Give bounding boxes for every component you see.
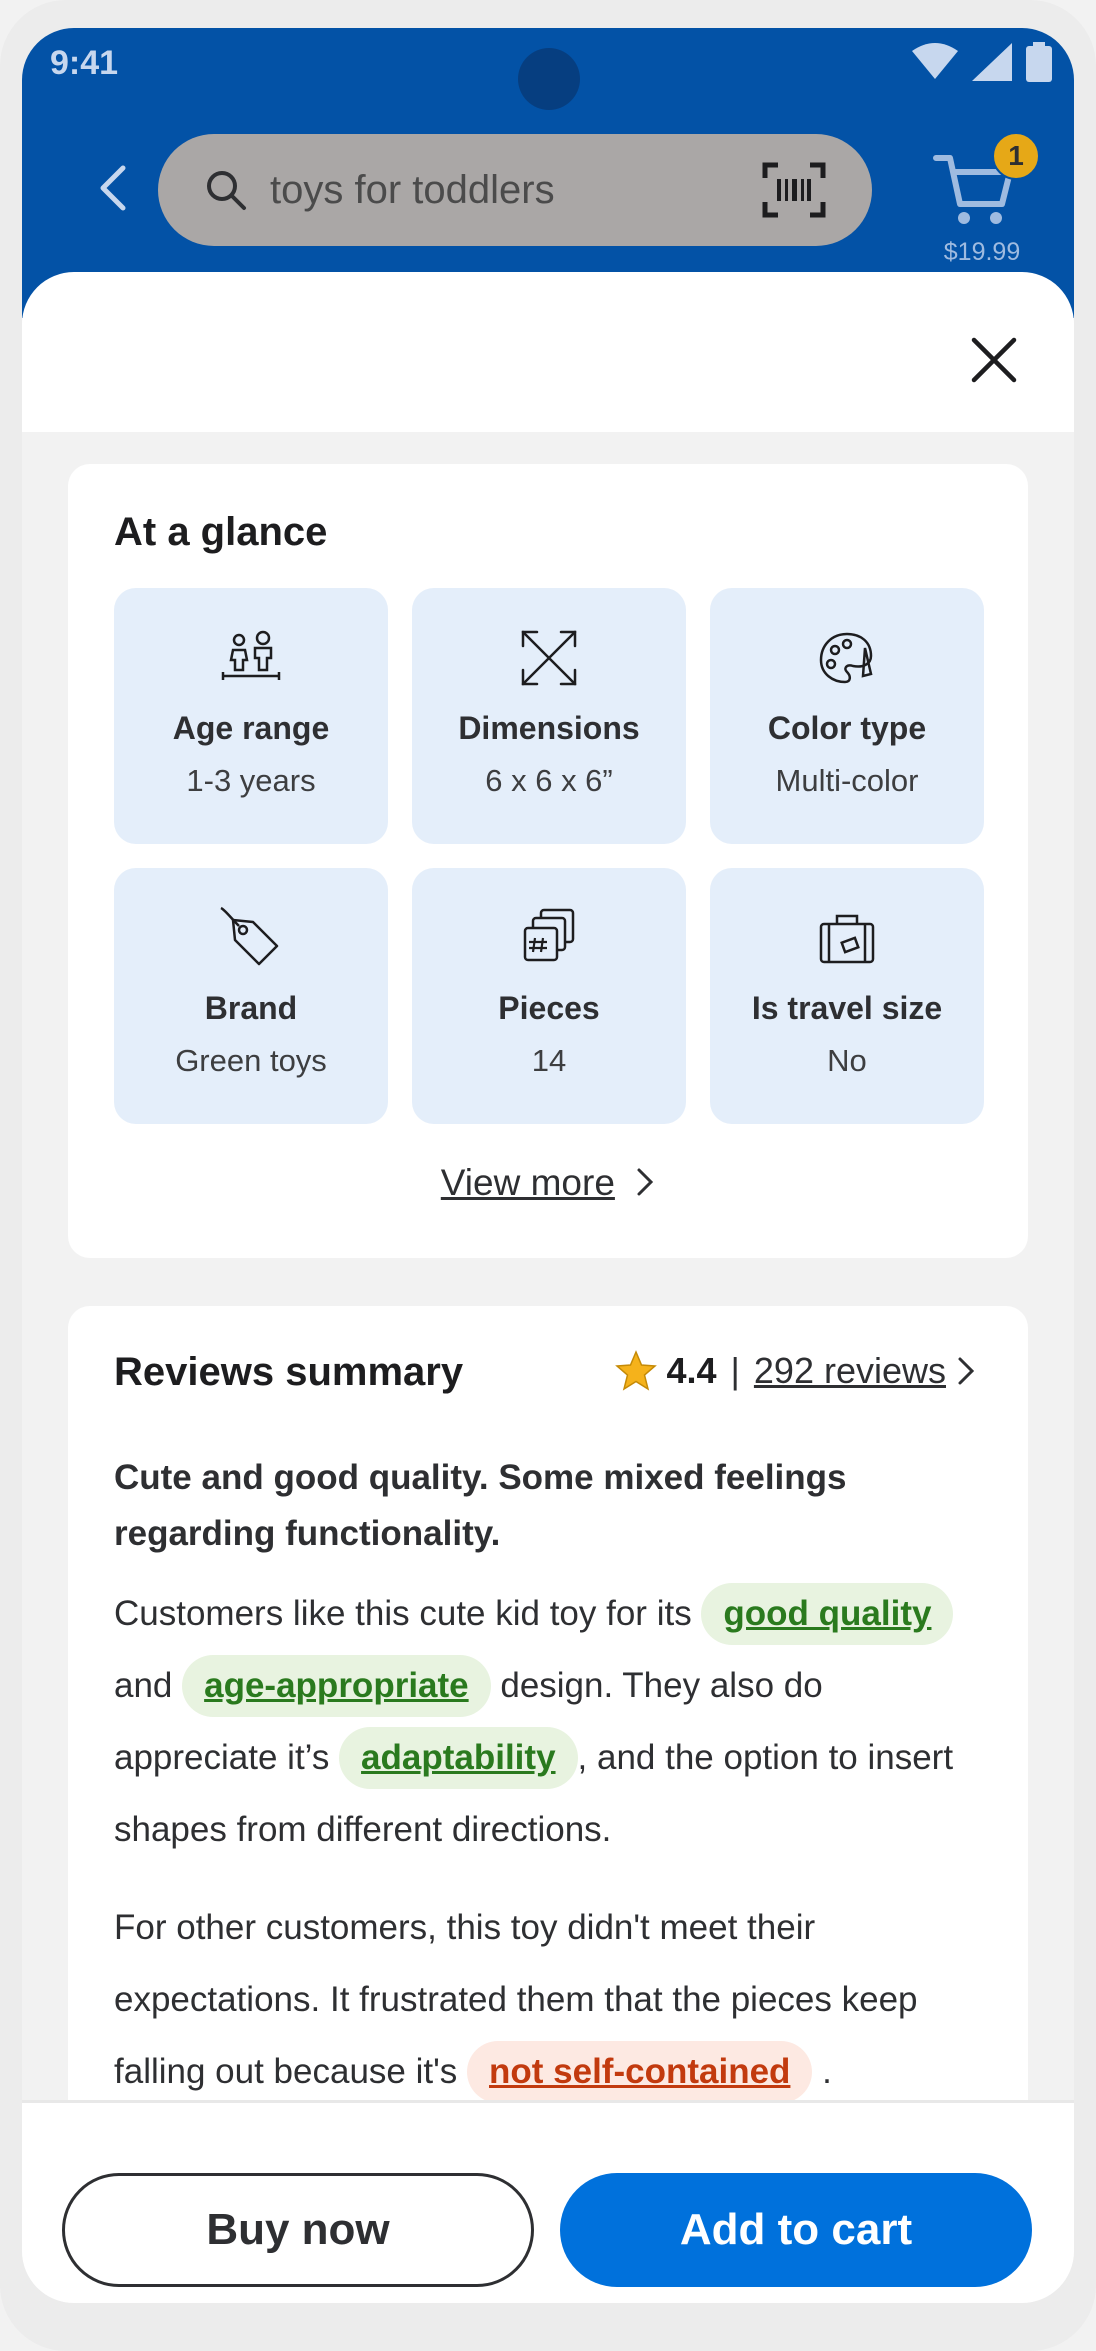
cart-count-badge: 1: [992, 132, 1040, 180]
camera-cutout: [518, 48, 580, 110]
chevron-right-icon: [958, 1357, 975, 1385]
sheet-header: [22, 272, 1074, 432]
tile-value: Green toys: [175, 1043, 327, 1078]
reviews-summary-card: Reviews summary 4.4 | 292 reviews Cute a…: [68, 1306, 1028, 2100]
search-input[interactable]: toys for toddlers: [270, 168, 762, 213]
barcode-scan-icon[interactable]: [762, 162, 826, 218]
tile-color-type: Color type Multi-color: [710, 588, 984, 844]
summary-text: .: [812, 2052, 832, 2091]
signal-icon: [972, 43, 1012, 81]
tile-label: Color type: [767, 710, 927, 746]
star-icon: [614, 1350, 657, 1391]
tile-label: Age range: [172, 710, 330, 746]
buy-now-button[interactable]: Buy now: [62, 2173, 534, 2287]
add-to-cart-button[interactable]: Add to cart: [560, 2173, 1032, 2287]
at-a-glance-card: At a glance Age range 1-3 years Dimensio…: [68, 464, 1028, 1258]
chevron-right-icon: [637, 1168, 654, 1196]
tile-pieces: Pieces 14: [412, 868, 686, 1124]
wifi-icon: [912, 43, 958, 79]
status-icons: [912, 42, 1052, 82]
summary-text: Customers like this cute kid toy for its: [114, 1594, 702, 1633]
sheet-content: At a glance Age range 1-3 years Dimensio…: [22, 432, 1074, 2100]
reviews-headline: Cute and good quality. Some mixed feelin…: [114, 1458, 847, 1553]
status-time: 9:41: [50, 44, 119, 82]
positive-summary-paragraph: Customers like this cute kid toy for its…: [114, 1578, 994, 1866]
tile-age-range: Age range 1-3 years: [114, 588, 388, 844]
suitcase-icon: [819, 914, 875, 964]
tile-value: 14: [531, 1043, 567, 1078]
reviews-count-link[interactable]: 292 reviews: [754, 1350, 946, 1392]
rating-summary: 4.4 | 292 reviews: [614, 1350, 977, 1392]
tile-travel-size: Is travel size No: [710, 868, 984, 1124]
tile-brand: Brand Green toys: [114, 868, 388, 1124]
topic-chip-adaptability[interactable]: adaptability: [339, 1727, 578, 1789]
chevron-left-icon: [100, 165, 126, 211]
rating-value: 4.4: [666, 1350, 717, 1391]
view-more-label: View more: [440, 1162, 615, 1203]
age-range-icon: [221, 630, 281, 680]
action-footer: Buy now Add to cart: [22, 2100, 1074, 2303]
palette-icon: [819, 632, 873, 684]
close-icon[interactable]: [966, 332, 1022, 388]
tag-icon: [220, 906, 279, 966]
tile-value: No: [827, 1043, 867, 1078]
view-more-link[interactable]: View more: [68, 1162, 1028, 1204]
back-button[interactable]: [82, 158, 142, 218]
search-bar[interactable]: toys for toddlers: [158, 134, 872, 246]
tile-dimensions: Dimensions 6 x 6 x 6”: [412, 588, 686, 844]
tile-label: Is travel size: [751, 990, 943, 1026]
tile-value: 1-3 years: [186, 763, 316, 798]
tile-label: Pieces: [498, 990, 600, 1026]
phone-screen: 9:41 toys for toddlers 1 $19.99 At a gla…: [22, 28, 1074, 2303]
at-a-glance-title: At a glance: [114, 510, 328, 554]
tile-label: Brand: [204, 990, 298, 1026]
topic-chip-age-appropriate[interactable]: age-appropriate: [182, 1655, 491, 1717]
topic-chip-not-self-contained[interactable]: not self-contained: [467, 2041, 813, 2100]
dimensions-icon: [521, 630, 577, 686]
attribute-tiles: Age range 1-3 years Dimensions 6 x 6 x 6…: [114, 588, 984, 1124]
summary-text: and: [114, 1666, 183, 1705]
rating-separator: |: [730, 1350, 740, 1391]
topic-chip-good-quality[interactable]: good quality: [701, 1583, 954, 1645]
negative-summary-paragraph: For other customers, this toy didn't mee…: [114, 1892, 994, 2100]
search-icon: [207, 171, 246, 210]
tile-label: Dimensions: [458, 710, 640, 746]
cart-button[interactable]: 1 $19.99: [932, 130, 1040, 270]
pieces-icon: [523, 908, 575, 962]
tile-value: 6 x 6 x 6”: [485, 763, 613, 798]
reviews-summary-title: Reviews summary: [114, 1350, 464, 1394]
battery-icon: [1026, 42, 1052, 82]
cart-total: $19.99: [943, 238, 1021, 266]
tile-value: Multi-color: [775, 763, 919, 798]
